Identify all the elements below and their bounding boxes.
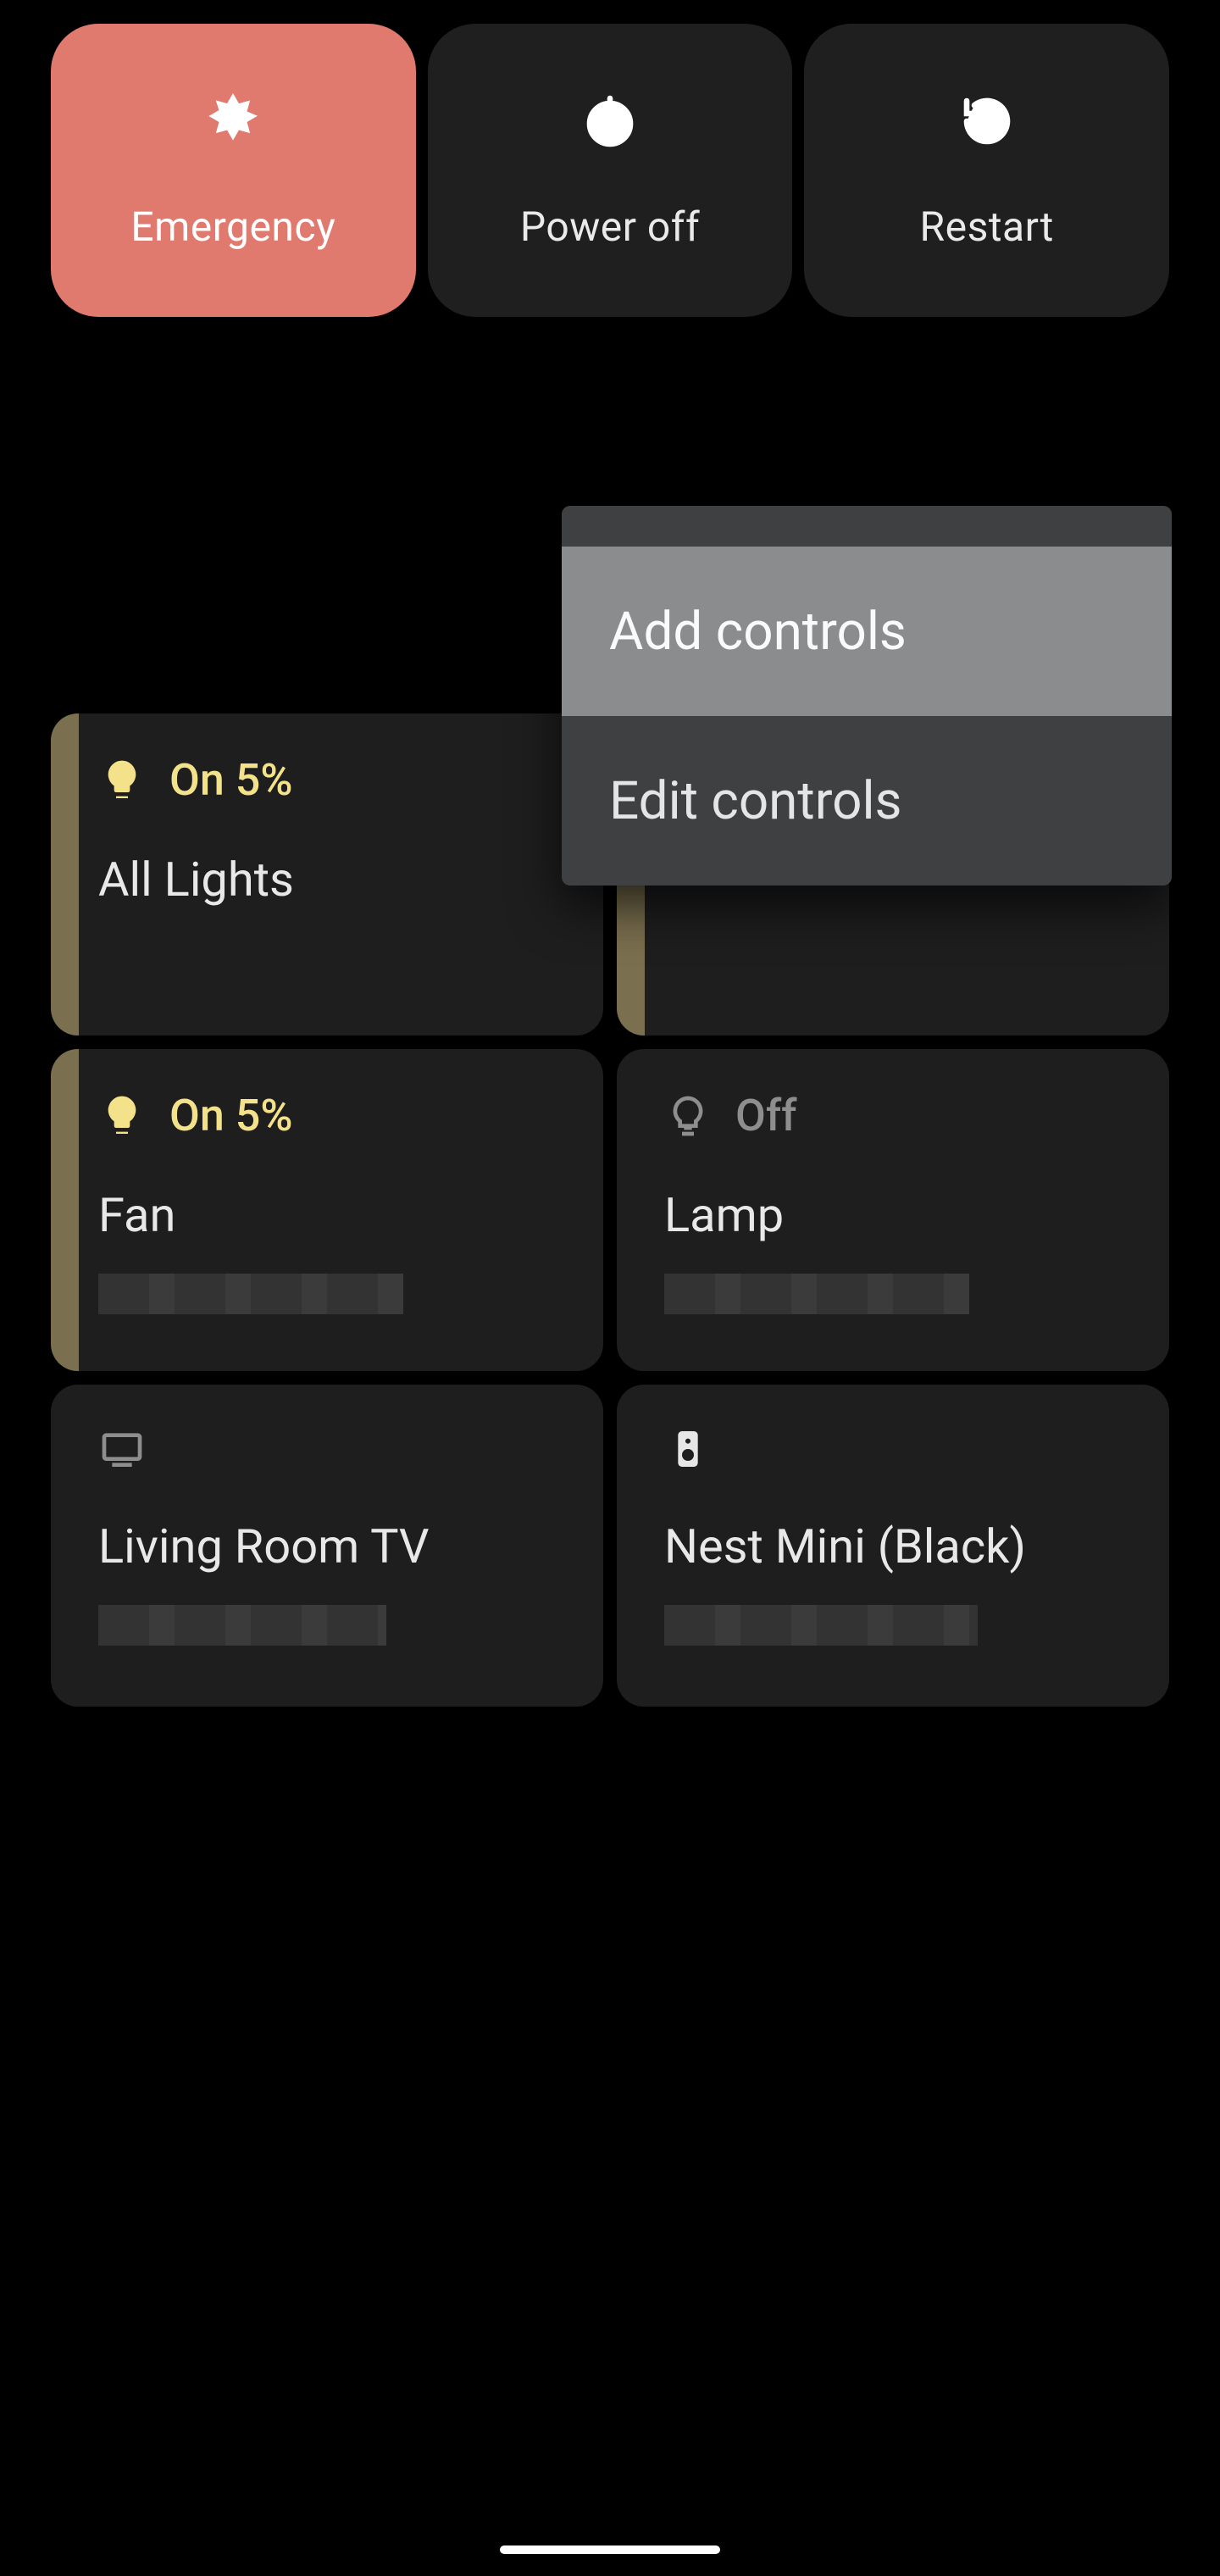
menu-padding <box>562 506 1172 547</box>
redacted-text <box>98 1605 386 1646</box>
nav-handle[interactable] <box>500 2545 720 2554</box>
card-name: Nest Mini (Black) <box>664 1518 1122 1574</box>
control-all-lights[interactable]: On 5% All Lights <box>51 713 603 1035</box>
restart-label: Restart <box>920 203 1054 251</box>
status-text: On 5% <box>169 754 293 806</box>
menu-item-label: Add controls <box>609 601 907 663</box>
card-name: Fan <box>98 1187 556 1243</box>
status-text: On 5% <box>169 1090 293 1141</box>
power-off-label: Power off <box>520 203 700 251</box>
tv-icon <box>98 1425 146 1473</box>
redacted-text <box>98 1274 403 1314</box>
speaker-icon <box>664 1425 712 1473</box>
control-fan[interactable]: On 5% Fan <box>51 1049 603 1371</box>
control-tv[interactable]: Living Room TV <box>51 1385 603 1707</box>
power-menu: Emergency Power off Restart <box>51 24 1169 317</box>
power-off-button[interactable]: Power off <box>428 24 793 317</box>
status-text: Off <box>735 1090 797 1141</box>
card-name: Living Room TV <box>98 1518 556 1574</box>
menu-add-controls[interactable]: Add controls <box>562 547 1172 716</box>
lightbulb-outline-icon <box>664 1092 712 1140</box>
menu-item-label: Edit controls <box>609 770 902 832</box>
lightbulb-icon <box>98 757 146 804</box>
emergency-button[interactable]: Emergency <box>51 24 416 317</box>
power-icon <box>580 91 640 152</box>
lightbulb-icon <box>98 1092 146 1140</box>
menu-edit-controls[interactable]: Edit controls <box>562 716 1172 886</box>
control-nest-mini[interactable]: Nest Mini (Black) <box>617 1385 1169 1707</box>
emergency-label: Emergency <box>130 203 336 251</box>
card-name: All Lights <box>98 852 556 908</box>
restart-button[interactable]: Restart <box>804 24 1169 317</box>
emergency-icon <box>202 91 263 152</box>
redacted-text <box>664 1274 969 1314</box>
redacted-text <box>664 1605 978 1646</box>
card-name: Lamp <box>664 1187 1122 1243</box>
overflow-menu: Add controls Edit controls <box>562 506 1172 886</box>
restart-icon <box>957 91 1018 152</box>
control-lamp[interactable]: Off Lamp <box>617 1049 1169 1371</box>
